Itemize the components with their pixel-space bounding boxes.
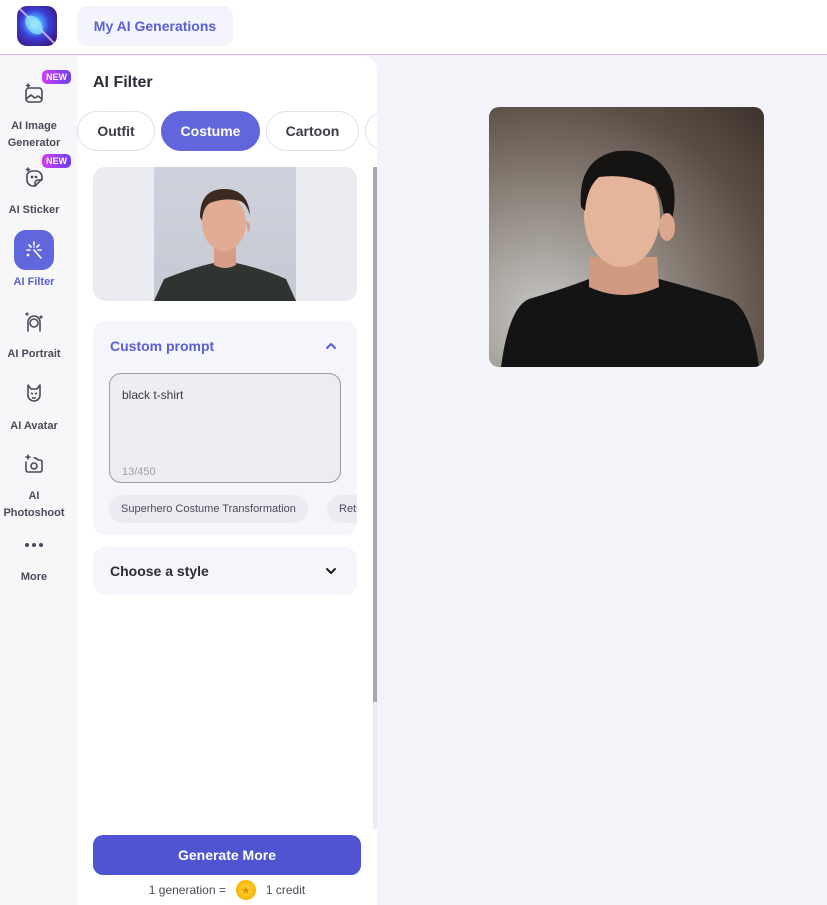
tab-cartoon[interactable]: Cartoon xyxy=(266,111,359,151)
choose-style-dropdown[interactable]: Choose a style xyxy=(93,547,357,595)
camera-sparkle-icon xyxy=(14,444,54,484)
sidebar-item-ai-avatar[interactable]: AI Avatar xyxy=(0,374,68,435)
sidebar-item-label: AI Avatar xyxy=(10,420,58,432)
credit-info: 1 generation = ★ 1 credit xyxy=(77,880,377,900)
tab-next[interactable] xyxy=(365,111,377,151)
credit-info-left: 1 generation = xyxy=(148,883,226,897)
credit-info-right: 1 credit xyxy=(265,883,306,897)
sidebar-item-label: More xyxy=(20,571,48,583)
sidebar-item-ai-photoshoot[interactable]: AI Photoshoot xyxy=(0,444,68,522)
top-bar: My AI Generations xyxy=(0,0,827,55)
new-badge: NEW xyxy=(42,154,71,168)
my-ai-generations-button[interactable]: My AI Generations xyxy=(77,6,233,46)
sticker-icon: NEW xyxy=(14,154,71,198)
filter-tabs: Outfit Costume Cartoon xyxy=(77,111,377,151)
suggestion-chip[interactable]: Superhero Costume Transformation xyxy=(109,495,308,523)
scrollbar-thumb[interactable] xyxy=(373,167,377,702)
prompt-value: black t-shirt xyxy=(122,388,184,402)
source-image-preview[interactable] xyxy=(93,167,357,301)
tab-costume[interactable]: Costume xyxy=(161,111,260,151)
tab-outfit[interactable]: Outfit xyxy=(77,111,155,151)
panel-title: AI Filter xyxy=(93,74,153,91)
sidebar-item-label: AI Sticker xyxy=(8,204,60,216)
sidebar-item-more[interactable]: More xyxy=(0,533,68,586)
magic-wand-icon xyxy=(14,230,54,270)
portrait-icon xyxy=(14,302,54,342)
sidebar-item-label: AI Portrait xyxy=(7,348,61,360)
new-badge: NEW xyxy=(42,70,71,84)
choose-style-label: Choose a style xyxy=(110,563,209,579)
sidebar-item-label: AI Filter xyxy=(13,276,55,288)
generated-result-image[interactable] xyxy=(489,107,764,367)
more-dots-icon xyxy=(14,533,54,557)
custom-prompt-card: Custom prompt black t-shirt 13/450 Super… xyxy=(93,321,357,535)
filter-panel: AI Filter Outfit Costume Cartoon Custom … xyxy=(77,56,377,905)
avatar-mask-icon xyxy=(14,374,54,414)
sidebar: NEW AI Image Generator NEW AI Sticker AI … xyxy=(0,56,76,905)
coin-icon: ★ xyxy=(235,880,256,900)
sidebar-item-ai-portrait[interactable]: AI Portrait xyxy=(0,302,68,363)
sidebar-item-label: AI Photoshoot xyxy=(3,490,65,519)
chevron-up-icon[interactable] xyxy=(323,338,339,354)
sidebar-item-ai-filter[interactable]: AI Filter xyxy=(14,230,54,291)
image-sparkle-icon: NEW xyxy=(14,70,71,114)
sidebar-item-label: AI Image Generator xyxy=(7,120,61,149)
suggestion-chip[interactable]: Retro xyxy=(327,495,357,523)
custom-prompt-input[interactable]: black t-shirt 13/450 xyxy=(109,373,341,483)
sidebar-item-ai-image-generator[interactable]: NEW AI Image Generator xyxy=(0,70,71,152)
app-logo[interactable] xyxy=(17,6,57,46)
chevron-down-icon xyxy=(326,568,336,574)
generate-more-button[interactable]: Generate More xyxy=(93,835,361,875)
sidebar-item-ai-sticker[interactable]: NEW AI Sticker xyxy=(0,154,71,219)
source-photo xyxy=(154,167,296,301)
character-counter: 13/450 xyxy=(122,466,156,478)
custom-prompt-title[interactable]: Custom prompt xyxy=(110,338,214,354)
